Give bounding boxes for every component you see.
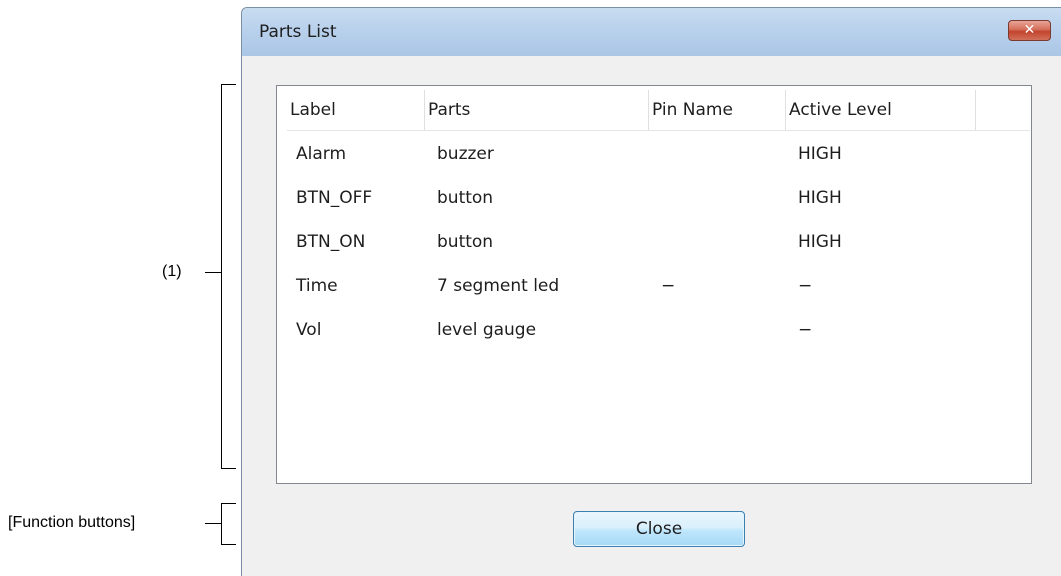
close-button[interactable]: Close: [573, 511, 745, 547]
parts-list-view[interactable]: Label Parts Pin Name Active Level Alarm …: [276, 85, 1032, 484]
list-row[interactable]: Alarm buzzer HIGH: [287, 132, 1030, 176]
buttons-callout-bracket-bottom: [221, 544, 236, 545]
dialog-title: Parts List: [259, 22, 337, 42]
cell-label: Alarm: [296, 144, 347, 164]
cell-label: BTN_ON: [296, 232, 366, 252]
cell-parts: button: [437, 232, 494, 252]
column-header-label[interactable]: Label: [287, 90, 425, 130]
close-icon[interactable]: ✕: [1008, 20, 1051, 41]
cell-label: Time: [296, 276, 338, 296]
list-rows: Alarm buzzer HIGH BTN_OFF button HIGH BT…: [287, 132, 1030, 352]
cell-label: BTN_OFF: [296, 188, 373, 208]
cell-active-level: −: [798, 320, 813, 340]
cell-active-level: −: [798, 276, 813, 296]
cell-pin-name: [649, 132, 786, 176]
list-callout-tick: [205, 272, 221, 273]
cell-pin-name: [649, 220, 786, 264]
cell-active-level: HIGH: [798, 232, 842, 252]
cell-active-level: HIGH: [798, 144, 842, 164]
buttons-callout-bracket-vertical: [221, 503, 222, 545]
buttons-callout-tick: [205, 523, 221, 524]
cell-parts: 7 segment led: [437, 276, 560, 296]
cell-pin-name: [649, 176, 786, 220]
dialog-titlebar[interactable]: Parts List ✕: [242, 8, 1061, 56]
column-header-pin-name[interactable]: Pin Name: [649, 90, 786, 130]
column-header-active-level[interactable]: Active Level: [786, 90, 976, 130]
cell-parts: button: [437, 188, 494, 208]
list-row[interactable]: Vol level gauge −: [287, 308, 1030, 352]
cell-parts: level gauge: [437, 320, 537, 340]
cell-label: Vol: [296, 320, 322, 340]
cell-active-level: HIGH: [798, 188, 842, 208]
list-callout-bracket-top: [221, 84, 236, 85]
cell-pin-name: −: [661, 276, 676, 296]
column-header-filler: [976, 90, 1030, 130]
buttons-callout-label: [Function buttons]: [8, 514, 136, 531]
cell-parts: buzzer: [437, 144, 494, 164]
list-row[interactable]: Time 7 segment led − −: [287, 264, 1030, 308]
list-callout-bracket-vertical: [221, 84, 222, 469]
buttons-callout-bracket-top: [221, 503, 236, 504]
list-callout-bracket-bottom: [221, 468, 236, 469]
dialog-client-area: Label Parts Pin Name Active Level Alarm …: [250, 56, 1061, 576]
parts-list-dialog: Parts List ✕ Label Parts Pin Name Active…: [241, 7, 1061, 576]
cell-pin-name: [649, 308, 786, 352]
column-header-parts[interactable]: Parts: [425, 90, 649, 130]
list-callout-label: (1): [162, 263, 182, 280]
list-row[interactable]: BTN_ON button HIGH: [287, 220, 1030, 264]
list-row[interactable]: BTN_OFF button HIGH: [287, 176, 1030, 220]
list-header: Label Parts Pin Name Active Level: [287, 90, 1030, 131]
